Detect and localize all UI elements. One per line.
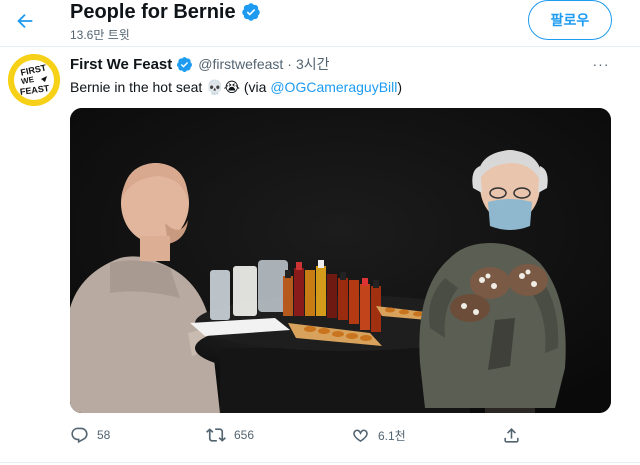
profile-header: People for Bernie 13.6만 트윗 팔로우: [0, 0, 640, 46]
tweet-text: Bernie in the hot seat 💀😭 (via @OGCamera…: [70, 77, 402, 97]
tweet-actions: 58 656 6.1천: [70, 424, 540, 446]
share-icon: [504, 427, 519, 443]
tweet-time[interactable]: 3시간: [296, 54, 330, 74]
tweet-header: First We Feast @firstwefeast · 3시간: [70, 54, 330, 74]
back-button[interactable]: [8, 4, 42, 38]
follow-button[interactable]: 팔로우: [528, 0, 612, 40]
tweet-count: 13.6만 트윗: [70, 28, 130, 42]
more-options-button[interactable]: ···: [588, 56, 614, 72]
header-divider: [0, 46, 640, 47]
verified-badge-icon: [241, 3, 260, 21]
separator-dot: ·: [287, 56, 292, 72]
bottom-divider: [0, 462, 640, 463]
page-title: People for Bernie: [70, 0, 261, 24]
author-name[interactable]: First We Feast: [70, 56, 172, 73]
share-button[interactable]: [502, 424, 521, 446]
reply-button[interactable]: 58: [70, 424, 110, 446]
tweet-text-end: ): [397, 79, 403, 95]
hot-ones-scene-image: [70, 108, 611, 413]
tweet-photo[interactable]: [70, 108, 611, 413]
heart-icon: [353, 429, 368, 442]
mention-link[interactable]: @OGCameraguyBill: [270, 79, 397, 95]
reply-count: 58: [97, 428, 111, 442]
tweet-text-via: (via: [240, 79, 271, 95]
retweet-icon: [206, 428, 226, 442]
arrow-left-icon: [17, 13, 33, 29]
avatar[interactable]: FIRST WE FEAST: [8, 54, 60, 106]
author-handle[interactable]: @firstwefeast: [198, 56, 283, 72]
first-we-feast-logo: FIRST WE FEAST: [8, 54, 60, 106]
reply-icon: [71, 427, 88, 443]
retweet-button[interactable]: 656: [206, 424, 254, 446]
tweet-emojis: 💀😭: [206, 79, 240, 95]
retweet-count: 656: [234, 428, 255, 442]
tweet-text-main: Bernie in the hot seat: [70, 79, 207, 95]
verified-icon: [176, 56, 193, 73]
page-title-text: People for Bernie: [70, 1, 236, 23]
like-count: 6.1천: [378, 428, 406, 443]
like-button[interactable]: 6.1천: [351, 424, 406, 446]
